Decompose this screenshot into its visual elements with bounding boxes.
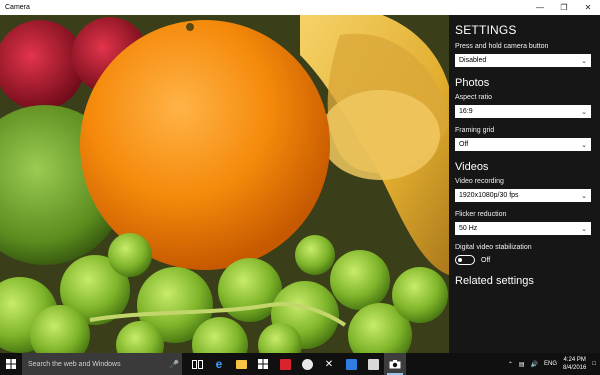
network-icon[interactable]: ▤ — [519, 361, 525, 368]
photos-heading: Photos — [455, 77, 490, 89]
video-recording-label: Video recording — [455, 178, 504, 185]
framing-grid-value: Off — [459, 141, 469, 148]
related-settings-heading: Related settings — [455, 275, 534, 287]
windows-logo-icon — [6, 359, 16, 369]
aspect-ratio-value: 16:9 — [459, 108, 473, 115]
stabilization-label: Digital video stabilization — [455, 244, 532, 251]
video-recording-value: 1920x1080p/30 fps — [459, 192, 519, 199]
news-icon[interactable] — [340, 353, 362, 375]
window-title: Camera — [5, 4, 30, 11]
maximize-button[interactable]: ❐ — [552, 0, 576, 15]
search-placeholder: Search the web and Windows — [28, 360, 121, 368]
settings-title: SETTINGS — [455, 23, 517, 37]
mail-icon[interactable] — [274, 353, 296, 375]
task-view-icon[interactable] — [186, 353, 208, 375]
action-center-icon[interactable]: □ — [592, 361, 596, 367]
file-explorer-icon[interactable] — [230, 353, 252, 375]
camera-button-dropdown[interactable]: Disabled ⌄ — [455, 54, 591, 67]
taskbar: Search the web and Windows 🎤 e ✕ ⌃ ▤ 🔊 E… — [0, 353, 600, 375]
camera-preview — [0, 15, 449, 353]
aspect-ratio-label: Aspect ratio — [455, 94, 492, 101]
stabilization-toggle[interactable] — [455, 255, 475, 265]
camera-button-value: Disabled — [459, 57, 487, 64]
settings-panel: SETTINGS Press and hold camera button Di… — [449, 15, 600, 353]
microphone-icon[interactable]: 🎤 — [168, 353, 180, 375]
clock-time: 4:24 PM — [563, 357, 586, 363]
clock-date: 8/4/2016 — [563, 365, 587, 371]
search-box[interactable]: Search the web and Windows — [22, 353, 182, 375]
framing-grid-dropdown[interactable]: Off ⌄ — [455, 138, 591, 151]
chevron-down-icon: ⌄ — [581, 225, 587, 233]
flicker-reduction-dropdown[interactable]: 50 Hz ⌄ — [455, 222, 591, 235]
camera-button-label: Press and hold camera button — [455, 43, 549, 50]
edge-icon[interactable]: e — [208, 353, 230, 375]
flicker-reduction-value: 50 Hz — [459, 225, 478, 232]
chevron-down-icon: ⌄ — [581, 141, 587, 149]
chevron-down-icon: ⌄ — [581, 192, 587, 200]
volume-icon[interactable]: 🔊 — [531, 361, 538, 368]
start-button[interactable] — [0, 353, 22, 375]
store-icon[interactable] — [252, 353, 274, 375]
flicker-reduction-label: Flicker reduction — [455, 211, 507, 218]
videos-heading: Videos — [455, 161, 489, 173]
close-button[interactable]: ✕ — [576, 0, 600, 15]
camera-icon[interactable] — [384, 353, 406, 375]
video-recording-dropdown[interactable]: 1920x1080p/30 fps ⌄ — [455, 189, 591, 202]
input-language[interactable]: ENG — [544, 361, 557, 367]
photos-icon[interactable] — [362, 353, 384, 375]
xbox-icon[interactable]: ✕ — [318, 353, 340, 375]
minimize-button[interactable]: — — [528, 0, 552, 15]
framing-grid-label: Framing grid — [455, 127, 495, 134]
stabilization-toggle-row: Off — [455, 255, 594, 265]
chevron-up-icon[interactable]: ⌃ — [508, 361, 513, 368]
chevron-down-icon: ⌄ — [581, 57, 587, 65]
title-bar: Camera — ❐ ✕ — [0, 0, 600, 15]
stabilization-state: Off — [481, 256, 491, 264]
groove-music-icon[interactable] — [296, 353, 318, 375]
aspect-ratio-dropdown[interactable]: 16:9 ⌄ — [455, 105, 591, 118]
clock[interactable]: 4:24 PM 8/4/2016 — [563, 356, 586, 372]
system-tray: ⌃ ▤ 🔊 ENG 4:24 PM 8/4/2016 □ — [508, 356, 600, 372]
chevron-down-icon: ⌄ — [581, 108, 587, 116]
